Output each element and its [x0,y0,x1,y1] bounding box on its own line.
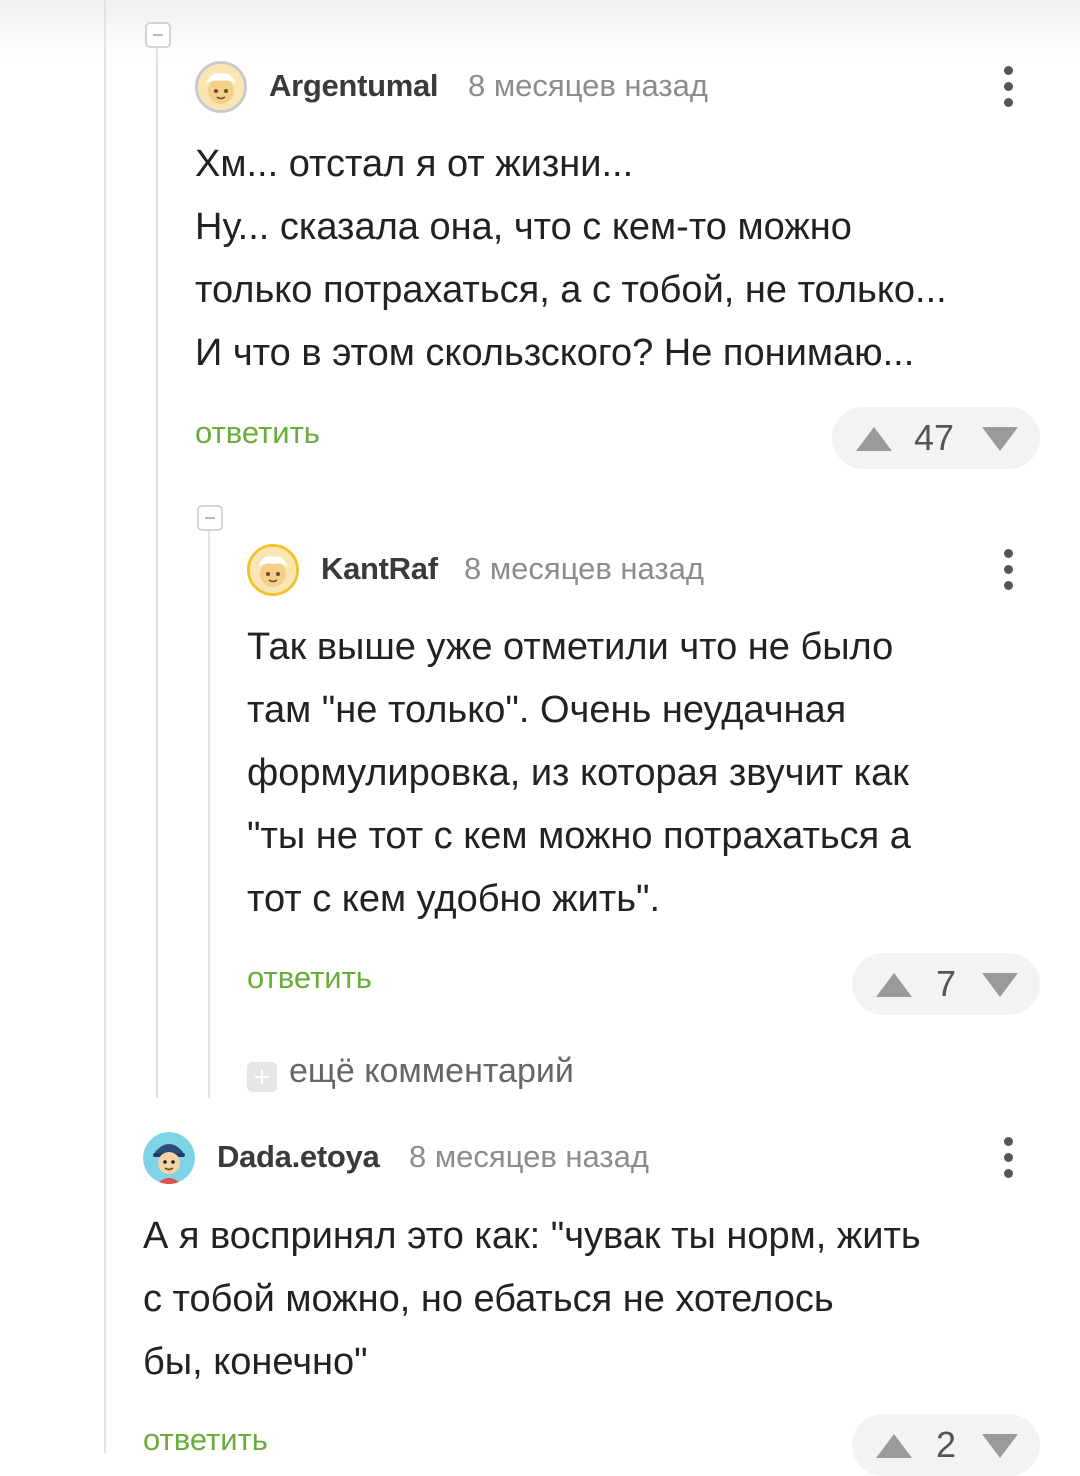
comment-text: Хм... отстал я от жизни... Ну... сказала… [195,143,947,374]
thread-line [208,530,210,1098]
downvote-icon[interactable] [982,427,1018,451]
vote-panel: 2 [852,1414,1040,1476]
vote-count: 2 [936,1424,957,1465]
comment-author[interactable]: Argentumal [269,68,439,104]
vote-panel: 7 [852,953,1040,1015]
comment-author[interactable]: KantRaf [321,551,438,587]
thread-line [156,48,158,1098]
thread-line [104,0,106,1453]
collapse-thread-button[interactable] [197,505,223,531]
downvote-icon[interactable] [982,973,1018,997]
upvote-icon[interactable] [876,1434,912,1458]
downvote-icon[interactable] [982,1434,1018,1458]
vote-count: 47 [914,417,955,458]
more-options-icon[interactable] [994,547,1024,597]
more-options-icon[interactable] [994,1135,1024,1185]
cat-avatar-icon[interactable] [247,544,299,596]
vote-panel: 47 [832,407,1040,469]
more-comments-label: ещё комментарий [289,1052,574,1090]
reply-link[interactable]: ответить [247,960,372,996]
reply-link[interactable]: ответить [195,415,320,451]
plus-icon [247,1062,277,1092]
comment-timestamp: 8 месяцев назад [468,68,708,103]
cartoon-avatar-icon[interactable] [143,1132,195,1184]
comment-author[interactable]: Dada.etoya [217,1139,380,1175]
comment-text: А я воспринял это как: "чувак ты норм, ж… [143,1215,921,1383]
collapse-thread-button[interactable] [145,22,171,48]
cat-avatar-icon[interactable] [195,61,247,113]
more-options-icon[interactable] [994,64,1024,114]
upvote-icon[interactable] [856,427,892,451]
vote-count: 7 [936,963,957,1004]
upvote-icon[interactable] [876,973,912,997]
comment-timestamp: 8 месяцев назад [409,1139,649,1174]
comment-text: Так выше уже отметили что не было там "н… [247,626,911,920]
comment-timestamp: 8 месяцев назад [464,551,704,586]
